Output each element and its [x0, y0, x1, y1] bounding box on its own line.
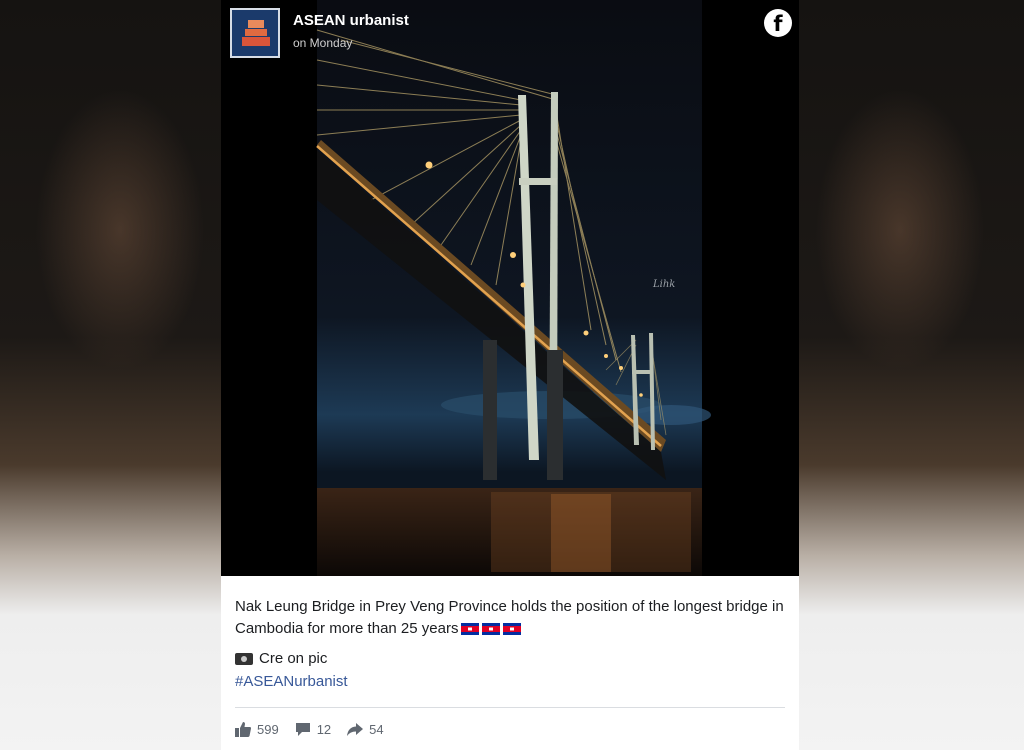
hashtag-link[interactable]: #ASEANurbanist	[235, 673, 348, 690]
like-icon	[235, 722, 251, 737]
post-photo[interactable]: Lihk	[221, 0, 799, 576]
post-timestamp[interactable]: on Monday	[293, 36, 352, 50]
page-name[interactable]: ASEAN urbanist	[293, 12, 409, 29]
facebook-post-card: Lihk ASEAN urbanist on Monday f Nak Leun…	[221, 0, 799, 750]
engagement-stats: 599 12 54	[235, 722, 384, 737]
like-stat[interactable]: 599	[235, 722, 279, 737]
post-body: Nak Leung Bridge in Prey Veng Province h…	[221, 576, 799, 750]
post-caption: Nak Leung Bridge in Prey Veng Province h…	[235, 596, 787, 640]
cambodia-flag-icon	[503, 623, 522, 636]
page-avatar[interactable]	[230, 8, 280, 58]
like-count: 599	[257, 722, 279, 737]
camera-icon	[235, 653, 253, 666]
comment-count: 12	[316, 722, 332, 737]
photo-credit: Cre on pic	[235, 650, 327, 667]
divider	[235, 707, 785, 708]
comment-stat[interactable]: 12	[295, 722, 331, 737]
cambodia-flag-icon	[482, 623, 501, 636]
facebook-icon[interactable]: f	[764, 9, 792, 37]
svg-text:Lihk: Lihk	[652, 279, 675, 290]
credit-text: Cre on pic	[259, 650, 328, 667]
comment-icon	[295, 723, 310, 736]
share-stat[interactable]: 54	[347, 722, 384, 737]
post-header: ASEAN urbanist on Monday f	[221, 0, 799, 62]
share-count: 54	[369, 722, 384, 737]
cambodia-flag-icon	[461, 623, 480, 636]
flags	[458, 618, 522, 640]
share-icon	[347, 723, 364, 736]
